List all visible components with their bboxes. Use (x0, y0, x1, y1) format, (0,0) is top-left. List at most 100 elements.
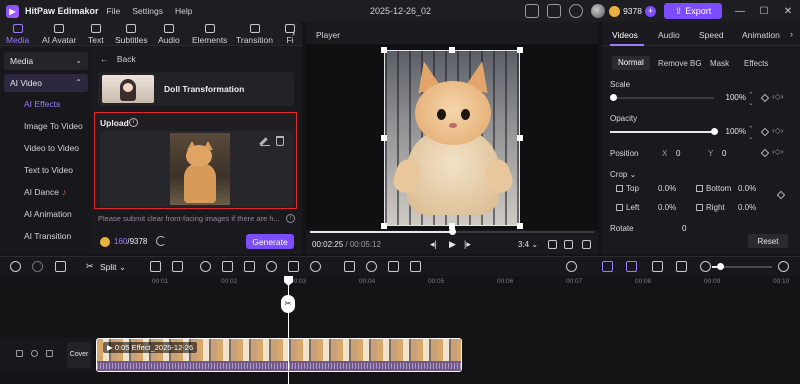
snapshot-icon[interactable] (548, 240, 557, 249)
tab-text[interactable]: Text (88, 22, 104, 46)
zoom-slider[interactable] (712, 263, 772, 270)
tab-ai-avatar[interactable]: AI Avatar (42, 22, 76, 46)
scale-value[interactable]: 100% (718, 93, 746, 102)
color-icon[interactable] (388, 261, 399, 272)
loop-icon[interactable] (244, 261, 255, 272)
crop-icon[interactable] (222, 261, 233, 272)
split-button[interactable]: Split ⌄ (100, 262, 126, 273)
sidebar-item-ai-dance[interactable]: AI Dance ♪ (0, 182, 92, 202)
sidebar-group-ai-video[interactable]: AI Video ⌃ (4, 74, 88, 92)
time-ruler[interactable]: 00:01 00:02 00:03 00:04 00:05 00:06 00:07 00:08… (96, 276, 800, 290)
mask-icon[interactable] (410, 261, 421, 272)
position-y-value[interactable]: 0 (722, 149, 726, 158)
resize-handle[interactable] (517, 47, 523, 53)
snap-icon[interactable] (626, 261, 637, 272)
link-icon[interactable] (602, 261, 613, 272)
microphone-icon[interactable] (566, 261, 577, 272)
sidebar-item-ai-transition[interactable]: AI Transition (0, 226, 92, 246)
refresh-icon[interactable] (156, 236, 166, 246)
resize-handle[interactable] (449, 47, 455, 53)
grid-icon[interactable] (564, 240, 573, 249)
tab-transition[interactable]: Transition (236, 22, 273, 46)
export-button[interactable]: ⇪ Export (664, 3, 722, 19)
cover-button[interactable]: Cover (67, 342, 91, 368)
crop-label[interactable]: Crop ⌄ (610, 170, 636, 179)
upload-dropzone[interactable] (100, 131, 293, 207)
slider-knob[interactable] (711, 128, 718, 135)
resize-handle[interactable] (381, 223, 387, 229)
crop-right-value[interactable]: 0.0% (738, 203, 756, 212)
keyframe-nav-icon[interactable]: ‹◇› (772, 147, 783, 156)
sidebar-item-video-to-video[interactable]: Video to Video (0, 138, 92, 158)
tab-audio[interactable]: Audio (158, 22, 180, 46)
subtab-mask[interactable]: Mask (710, 59, 729, 68)
zoom-in-icon[interactable] (778, 261, 789, 272)
subtab-normal[interactable]: Normal (612, 56, 650, 70)
video-preview[interactable] (384, 50, 520, 226)
prev-frame-icon[interactable]: ◂| (430, 239, 437, 250)
tab-audio-props[interactable]: Audio (658, 30, 680, 40)
keyframe-icon[interactable] (776, 190, 786, 200)
resize-handle[interactable] (381, 135, 387, 141)
marker-icon[interactable] (150, 261, 161, 272)
tab-speed[interactable]: Speed (699, 30, 724, 40)
progress-knob[interactable] (449, 228, 456, 235)
grid-view-icon[interactable] (525, 4, 540, 18)
scale-slider[interactable] (610, 94, 714, 101)
lock-icon[interactable] (46, 350, 53, 357)
fullscreen-icon[interactable] (582, 240, 591, 249)
track-settings-icon[interactable] (16, 350, 23, 357)
sidebar-group-media[interactable]: Media ⌄ (4, 52, 88, 70)
speed-icon[interactable] (200, 261, 211, 272)
resize-handle[interactable] (517, 135, 523, 141)
tab-subtitles[interactable]: Subtitles (115, 22, 148, 46)
menu-file[interactable]: File (107, 6, 121, 16)
aspect-ratio-select[interactable]: 3:4 ⌄ (518, 240, 538, 249)
stepper-arrows-icon[interactable]: ⌃ ⌄ (748, 91, 754, 107)
opacity-slider[interactable] (610, 128, 718, 135)
flip-icon[interactable] (288, 261, 299, 272)
next-frame-icon[interactable]: |▸ (464, 239, 471, 250)
effect-card[interactable]: Doll Transformation (98, 72, 294, 106)
keyframe-icon[interactable] (760, 127, 770, 137)
delete-icon[interactable] (55, 261, 66, 272)
rotate-value[interactable]: 0 (682, 224, 686, 233)
menu-help[interactable]: Help (175, 6, 192, 16)
chevron-right-icon[interactable]: › (292, 28, 295, 38)
play-icon[interactable]: ▶ (449, 239, 456, 250)
crop-bottom-value[interactable]: 0.0% (738, 184, 756, 193)
playback-progress[interactable] (310, 228, 594, 235)
help-icon[interactable] (569, 4, 584, 18)
chevron-right-icon[interactable]: › (790, 29, 793, 39)
tab-elements[interactable]: Elements (192, 22, 227, 46)
edit-icon[interactable] (260, 136, 270, 146)
tab-media[interactable]: Media (6, 22, 29, 46)
text-tool-icon[interactable] (172, 261, 183, 272)
subtab-remove-bg[interactable]: Remove BG (658, 59, 702, 68)
crop-left-value[interactable]: 0.0% (658, 203, 676, 212)
keyframe-icon[interactable] (760, 93, 770, 103)
zoom-out-icon[interactable] (700, 261, 711, 272)
redo-icon[interactable] (32, 261, 43, 272)
fit-icon[interactable] (676, 261, 687, 272)
split-at-playhead-button[interactable]: ✂ (281, 295, 295, 313)
tab-animation[interactable]: Animation (742, 30, 780, 40)
crop-top-value[interactable]: 0.0% (658, 184, 676, 193)
info-icon[interactable]: i (286, 214, 295, 223)
stepper-arrows-icon[interactable]: ⌃ ⌄ (748, 125, 754, 141)
close-icon[interactable]: ✕ (782, 6, 794, 17)
sidebar-item-ai-animation[interactable]: AI Animation (0, 204, 92, 224)
sidebar-item-text-to-video[interactable]: Text to Video (0, 160, 92, 180)
keyframe-nav-icon[interactable]: ‹◇› (772, 126, 783, 135)
opacity-value[interactable]: 100% (718, 127, 746, 136)
minimize-icon[interactable]: — (734, 6, 746, 17)
subtab-effects[interactable]: Effects (744, 59, 768, 68)
playhead[interactable] (288, 276, 289, 384)
visibility-icon[interactable] (31, 350, 38, 357)
add-credits-button[interactable]: + (645, 5, 656, 17)
sidebar-item-image-to-video[interactable]: Image To Video (0, 116, 92, 136)
info-icon[interactable]: i (129, 118, 138, 127)
ai-tool-icon[interactable] (366, 261, 377, 272)
undo-icon[interactable] (10, 261, 21, 272)
generate-button[interactable]: Generate (246, 234, 294, 249)
